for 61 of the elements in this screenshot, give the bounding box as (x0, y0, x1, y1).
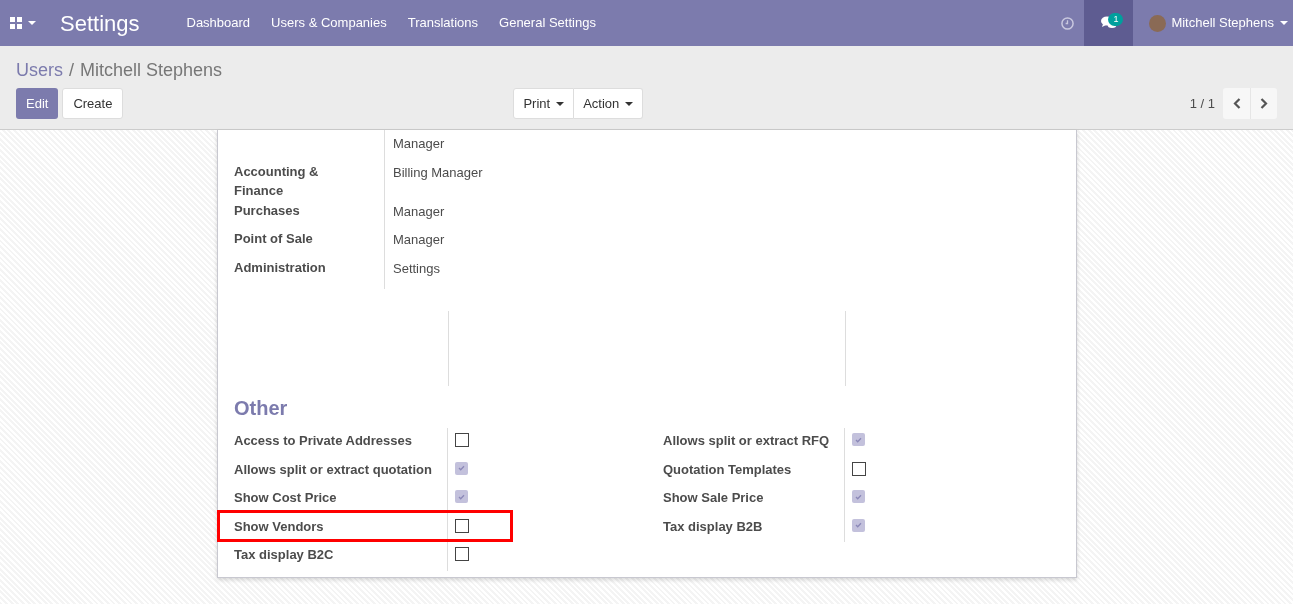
field-value: Manager (393, 202, 446, 221)
avatar-icon (1149, 14, 1167, 32)
check-icon (458, 465, 465, 471)
section-title: Other (234, 396, 289, 421)
create-button[interactable]: Create (62, 88, 124, 119)
field-label: Show Vendors (234, 517, 325, 536)
apps-menu-button[interactable] (10, 17, 36, 29)
checkbox[interactable] (852, 433, 865, 446)
field-label: Administration (234, 258, 327, 277)
field-label: Purchases (234, 201, 301, 220)
app-title: Settings (60, 9, 140, 38)
check-icon (458, 493, 465, 500)
check-icon (855, 493, 862, 500)
next-button[interactable] (1250, 88, 1277, 119)
breadcrumb-separator: / (68, 59, 76, 81)
menu-link[interactable]: Dashboard (186, 13, 251, 33)
field-label: Access to Private Addresses (234, 432, 413, 450)
field-label: Point of Sale (234, 230, 314, 248)
menu-link[interactable]: General Settings (499, 13, 596, 33)
field-value: Billing Manager (393, 163, 483, 182)
field-label: Tax display B2C (234, 546, 335, 564)
field-label: Show Sale Price (663, 489, 765, 507)
check-icon (855, 436, 862, 443)
pager-value: 1 / 1 (1189, 94, 1215, 113)
caret-icon (1280, 21, 1288, 25)
checkbox[interactable] (455, 518, 469, 533)
menu-link[interactable]: Users & Companies (271, 13, 387, 33)
edit-button[interactable]: Edit (16, 88, 59, 119)
grid-icon (10, 17, 22, 29)
field-label: Allows split or extract quotation (234, 460, 433, 479)
field-value: Manager (393, 231, 446, 249)
chevron-right-icon (1260, 98, 1268, 109)
breadcrumb-current: Mitchell Stephens (80, 59, 223, 81)
field-label: Tax display B2B (663, 517, 764, 536)
field-label: Show Cost Price (234, 489, 338, 507)
caret-icon (625, 101, 634, 106)
checkbox[interactable] (455, 433, 469, 447)
action-dropdown[interactable]: Action (574, 88, 644, 119)
clock-icon[interactable] (1061, 16, 1075, 30)
messages-button[interactable]: 1 (1084, 0, 1134, 46)
user-menu[interactable]: Mitchell Stephens (1149, 13, 1288, 33)
checkbox[interactable] (852, 518, 865, 532)
print-dropdown[interactable]: Print (513, 88, 575, 119)
breadcrumb-link[interactable]: Users (16, 59, 63, 81)
checkbox[interactable] (455, 490, 468, 503)
checkbox[interactable] (455, 547, 469, 561)
field-label: Quotation Templates (663, 460, 793, 479)
checkbox[interactable] (455, 461, 468, 475)
field-value: Settings (393, 259, 441, 278)
chevron-left-icon (1232, 98, 1241, 109)
checkbox[interactable] (852, 490, 865, 503)
field-label: Accounting & Finance (234, 162, 320, 200)
unread-badge: 1 (1108, 13, 1124, 26)
checkbox[interactable] (852, 461, 866, 476)
caret-icon (28, 21, 36, 25)
previous-button[interactable] (1223, 88, 1250, 119)
field-value: Manager (393, 135, 446, 153)
check-icon (855, 522, 862, 528)
menu-link[interactable]: Translations (407, 13, 479, 33)
caret-icon (556, 101, 565, 106)
field-label: Allows split or extract RFQ (663, 432, 831, 450)
